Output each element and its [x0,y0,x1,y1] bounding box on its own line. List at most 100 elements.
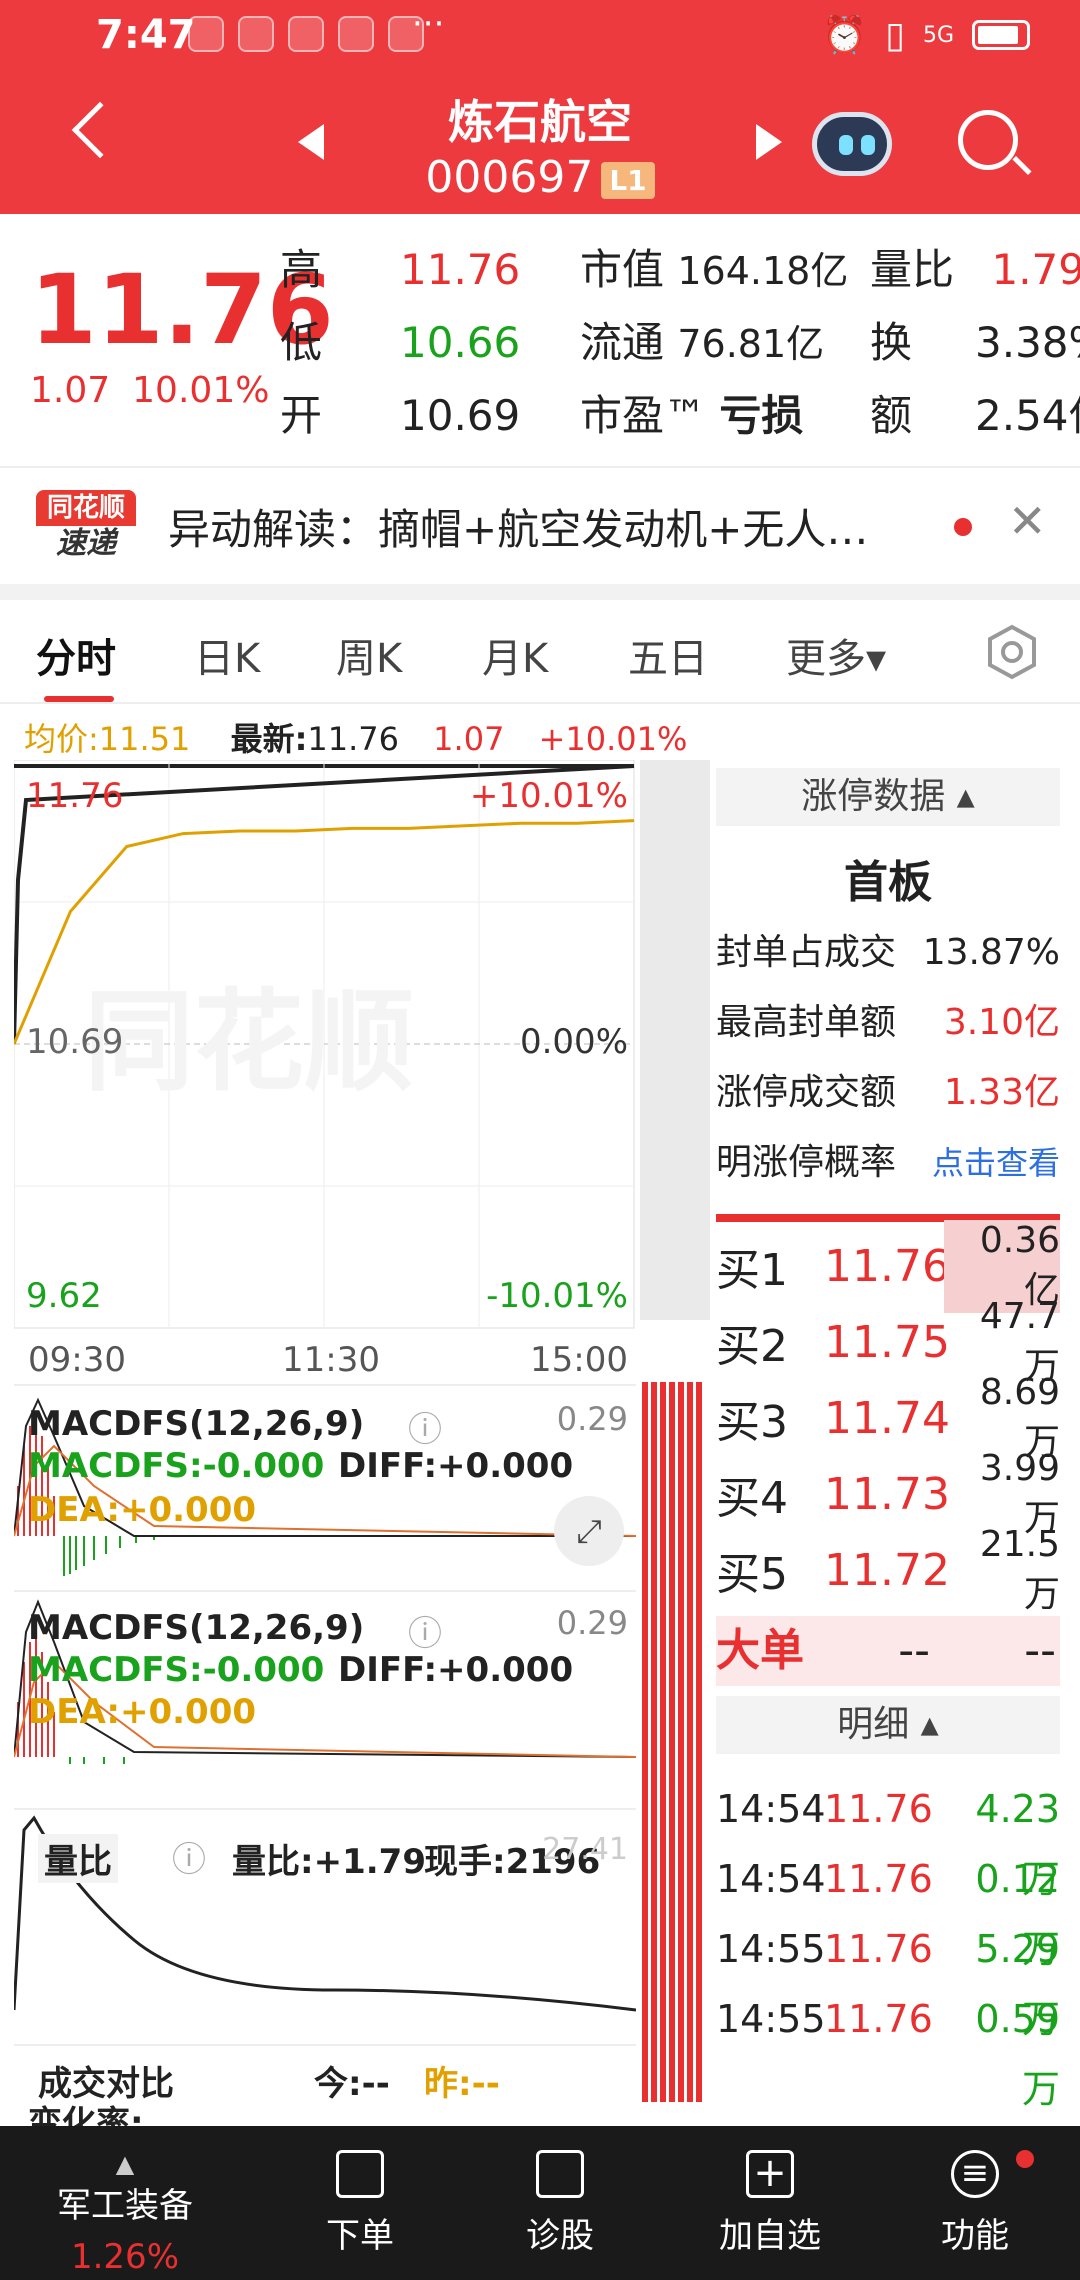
limit-up-header[interactable]: 涨停数据 ▴ [716,768,1060,826]
label-turnover: 换 [870,318,913,367]
value-low: 10.66 [400,318,521,367]
quote-row-open: 开 10.69 市盈™ 亏损 额 2.54亿 [280,380,1080,452]
limit-up-row: 明涨停概率 点击查看 [716,1128,1060,1198]
bid-label: 买4 [716,1473,788,1524]
macd-name-2[interactable]: MACDFS(12,26,9) [28,1608,364,1648]
time-tick-close: 15:00 [530,1340,628,1380]
value-float-cap: 76.81亿 [677,322,825,366]
diagnose-icon [536,2150,584,2198]
macd-value-2: MACDFS:-0.000 [28,1650,325,1690]
news-banner[interactable]: 同花顺 速递 异动解读：摘帽+航空发动机+无人… ✕ [0,466,1080,584]
bid-price: 11.72 [824,1544,950,1596]
price-change-pct: 10.01% [132,370,270,411]
macd-max-1: 0.29 [556,1400,628,1438]
nav-order[interactable]: 下单 [300,2150,420,2257]
detail-time: 14:55 [716,1927,826,1971]
time-tick-open: 09:30 [28,1340,126,1380]
vibrate-icon: ▯ [885,14,905,56]
limit-up-value: 1.33亿 [943,1072,1060,1113]
tab-daily-k[interactable]: 日K [194,626,260,684]
limit-up-row: 封单占成交 13.87% [716,918,1060,988]
big-order-row[interactable]: 大单 -- -- [716,1616,1060,1686]
weibo-icon [338,16,374,52]
label-high: 高 [280,245,323,294]
volume-ratio-max: 27.41 [542,1832,628,1867]
level-badge[interactable]: L1 [601,161,655,199]
tab-monthly-k[interactable]: 月K [482,626,548,684]
label-volume-ratio: 量比 [870,245,955,294]
tab-more[interactable]: 更多▾ [786,626,886,684]
detail-price: 11.76 [824,1787,933,1831]
bid-row[interactable]: 买3 11.74 8.69万 [716,1372,1060,1463]
big-order-value-2: -- [1024,1625,1056,1676]
label-market-cap: 市值 [580,245,665,294]
limit-up-title: 首板 [844,857,932,908]
close-icon[interactable]: ✕ [1008,494,1047,548]
help-icon[interactable]: ⓘ [172,1832,206,1881]
bid-label: 买2 [716,1321,788,1372]
bid-label: 买5 [716,1549,788,1600]
robot-assistant-icon[interactable] [812,112,892,176]
change-row: 1.07 10.01% [30,370,291,411]
y-low-label: 9.62 [26,1276,102,1316]
bid-row[interactable]: 买5 11.72 21.5万 [716,1524,1060,1615]
quote-row-low: 低 10.66 流通 76.81亿 换 3.38% [280,307,1080,380]
bottom-nav: ▲ 军工装备 1.26% 下单 诊股 + 加自选 ≡ 功能 [0,2126,1080,2280]
detail-volume: 4.23万 [975,1787,1060,1901]
macd-panel-2[interactable]: MACDFS(12,26,9) ⓘ 0.29 MACDFS:-0.000 DIF… [14,1590,636,1764]
divider [0,584,1080,600]
volume-ratio-panel[interactable]: 量比 ⓘ 量比:+1.79 现手:2196 27.41 [14,1808,636,2028]
order-icon [336,2150,384,2198]
detail-price: 11.76 [824,1927,933,1971]
intraday-chart[interactable]: 同花顺 11.76 +10.01% 10.69 0.00% 9.62 -10.0… [12,759,636,1330]
volume-compare-panel[interactable]: 成交对比 今:-- 昨:-- 变化率: [14,2044,636,2126]
tab-five-day[interactable]: 五日 [628,626,708,684]
news-text[interactable]: 异动解读：摘帽+航空发动机+无人… [168,496,868,557]
right-panel: 涨停数据 ▴ 首板 封单占成交 13.87% 最高封单额 3.10亿 涨停成交额 1.… [716,768,1060,2118]
nav-add-watchlist[interactable]: + 加自选 [700,2150,840,2257]
detail-time: 14:54 [716,1787,826,1831]
limit-up-probability-link[interactable]: 点击查看 [932,1128,1060,1198]
bid-row[interactable]: 买4 11.73 3.99万 [716,1448,1060,1539]
bid-row[interactable]: 买2 11.75 47.7万 [716,1296,1060,1387]
limit-up-row: 最高封单额 3.10亿 [716,988,1060,1058]
detail-volume: 0.59万 [975,1997,1060,2111]
chart-tabs: 分时 日K 周K 月K 五日 更多▾ [0,600,1080,704]
help-icon[interactable]: ⓘ [408,1606,442,1655]
bid-row[interactable]: 买1 11.76 0.36亿 [716,1219,1060,1313]
tab-weekly-k[interactable]: 周K [336,626,402,684]
macd-diff-1: DIFF:+0.000 [338,1446,574,1486]
big-order-value-1: -- [898,1625,930,1676]
limit-up-row: 涨停成交额 1.33亿 [716,1058,1060,1128]
nav-functions[interactable]: ≡ 功能 [910,2150,1040,2257]
help-icon[interactable]: ⓘ [408,1402,442,1451]
sector-button[interactable]: ▲ 军工装备 1.26% [40,2150,210,2277]
big-order-label: 大单 [716,1625,804,1676]
nav-diagnose[interactable]: 诊股 [500,2150,620,2257]
time-axis: 09:30 11:30 15:00 [14,1334,636,1384]
value-amount: 2.54亿 [975,391,1080,440]
y-mid-pct: 0.00% [519,1022,628,1062]
tab-intraday[interactable]: 分时 [36,626,116,684]
limit-up-value: 13.87% [922,932,1060,973]
y-low-pct: -10.01% [486,1276,628,1316]
price-change: 1.07 [30,370,111,411]
unread-dot [954,518,972,536]
expand-icon[interactable]: ⤢ [554,1496,624,1566]
detail-header[interactable]: 明细 ▴ [716,1696,1060,1754]
info-change: 1.07 [433,720,505,758]
next-stock-icon[interactable] [756,124,782,160]
y-high-label: 11.76 [26,776,124,816]
limit-up-label: 明涨停概率 [716,1142,897,1183]
macd-panel-1[interactable]: MACDFS(12,26,9) ⓘ 0.29 MACDFS:-0.000 DIF… [14,1384,636,1576]
sector-name: 军工装备 [57,2186,193,2226]
value-market-cap: 164.18亿 [677,249,849,293]
macd-name-1[interactable]: MACDFS(12,26,9) [28,1404,364,1444]
macd-max-2: 0.29 [556,1604,628,1642]
search-icon[interactable] [958,110,1018,170]
time-tick-mid: 11:30 [282,1340,380,1380]
value-volume-ratio: 1.79 [991,245,1080,294]
volume-ratio-name[interactable]: 量比 [38,1834,118,1883]
settings-icon[interactable] [984,624,1040,680]
nav-order-label: 下单 [326,2216,394,2256]
